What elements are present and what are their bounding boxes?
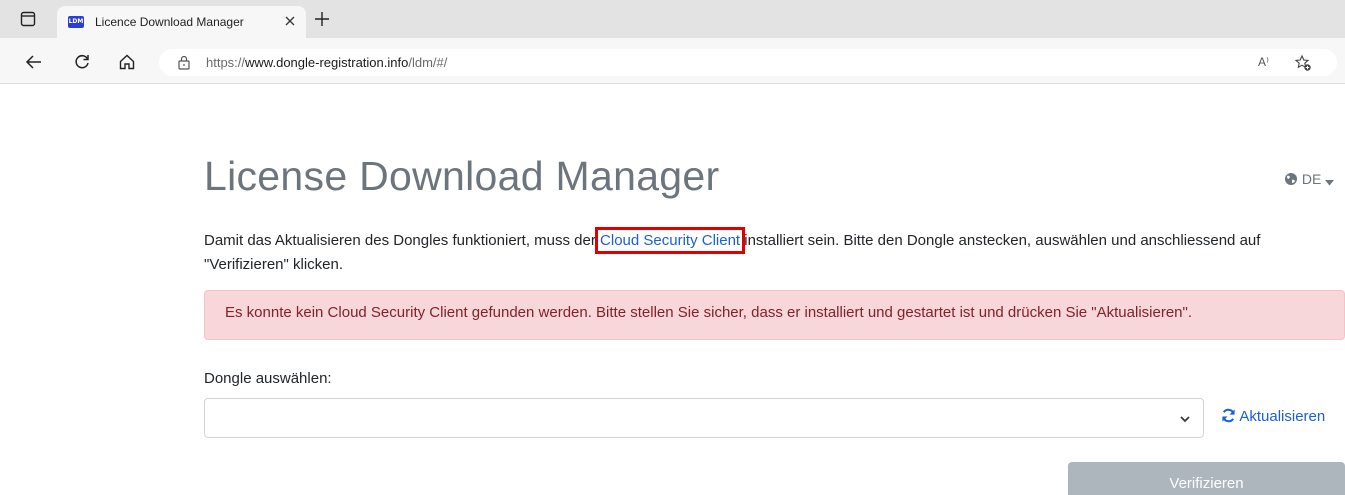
home-icon[interactable] bbox=[118, 53, 136, 71]
cloud-security-client-link[interactable]: Cloud Security Client bbox=[595, 227, 746, 254]
globe-icon bbox=[1285, 173, 1297, 185]
refresh-label: Aktualisieren bbox=[1239, 408, 1326, 425]
new-tab-icon[interactable] bbox=[314, 11, 330, 27]
language-label: DE bbox=[1301, 171, 1322, 187]
reload-icon[interactable] bbox=[73, 53, 91, 71]
url-path: /ldm/#/ bbox=[408, 55, 448, 70]
page-title: License Download Manager bbox=[204, 153, 720, 199]
url-text[interactable]: https://www.dongle-registration.info/ldm… bbox=[206, 55, 447, 70]
chevron-down-icon bbox=[1180, 416, 1190, 423]
url-prefix: https:// bbox=[206, 55, 246, 70]
refresh-link[interactable]: Aktualisieren bbox=[1221, 408, 1325, 425]
add-favorite-icon[interactable] bbox=[1294, 54, 1312, 72]
intro-text: Damit das Aktualisieren des Dongles funk… bbox=[204, 227, 1334, 277]
error-alert: Es konnte kein Cloud Security Client gef… bbox=[204, 290, 1345, 340]
intro-text-before: Damit das Aktualisieren des Dongles funk… bbox=[204, 232, 601, 249]
dongle-select-label: Dongle auswählen: bbox=[204, 370, 332, 387]
dongle-select[interactable] bbox=[204, 398, 1204, 438]
language-selector[interactable]: DE bbox=[1284, 171, 1335, 187]
browser-tab[interactable]: LDM Licence Download Manager bbox=[57, 6, 306, 38]
lock-icon[interactable] bbox=[177, 55, 191, 70]
read-aloud-icon[interactable]: A⁾ bbox=[1258, 55, 1269, 69]
tab-title: Licence Download Manager bbox=[95, 15, 244, 29]
tab-actions-icon[interactable] bbox=[20, 11, 36, 27]
ldm-favicon-icon: LDM bbox=[68, 16, 84, 28]
verify-button[interactable]: Verifizieren bbox=[1068, 462, 1345, 495]
url-domain: www.dongle-registration.info bbox=[245, 55, 409, 70]
refresh-icon bbox=[1222, 408, 1235, 423]
browser-tab-bar: LDM Licence Download Manager bbox=[0, 0, 1345, 38]
back-arrow-icon[interactable] bbox=[25, 53, 43, 71]
browser-toolbar: https://www.dongle-registration.info/ldm… bbox=[0, 38, 1345, 84]
close-icon[interactable] bbox=[283, 14, 297, 28]
caret-down-icon bbox=[1325, 180, 1335, 186]
address-bar[interactable]: https://www.dongle-registration.info/ldm… bbox=[159, 49, 1337, 76]
